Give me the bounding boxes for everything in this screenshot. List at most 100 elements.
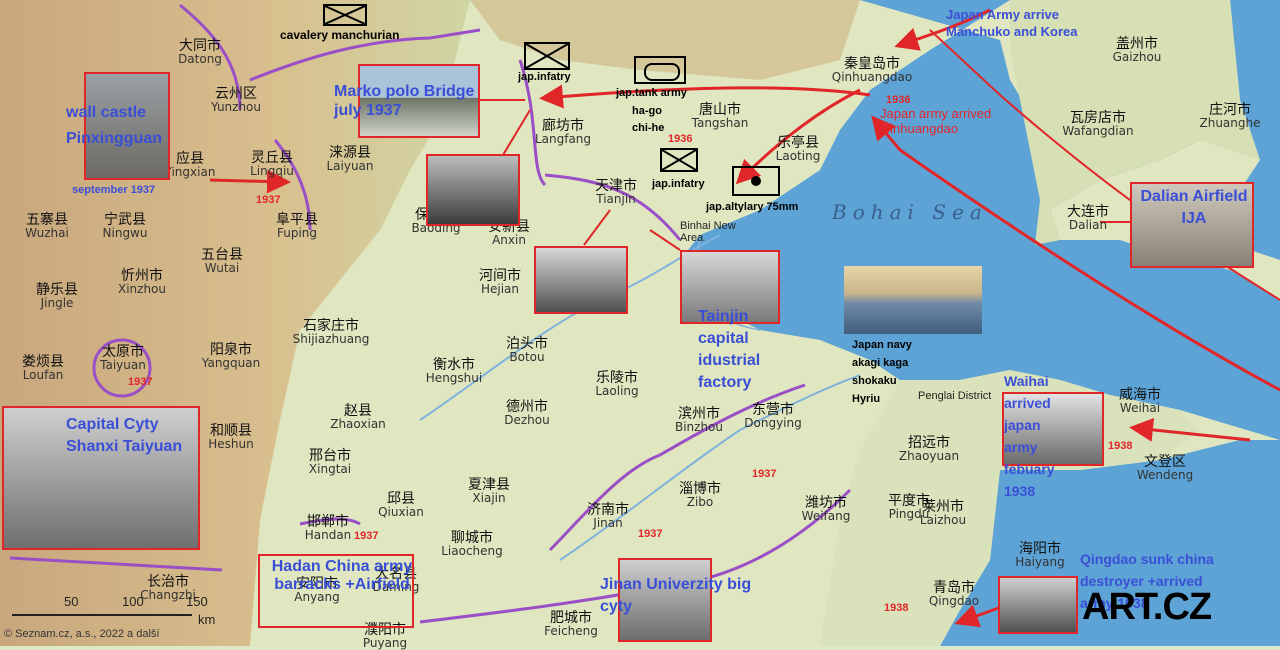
city-hejian: 河间市 Hejian (479, 269, 521, 296)
artillery-symbol (732, 166, 780, 196)
city-botou: 泊头市 Botou (506, 337, 548, 364)
city-dongying: 东营市 Dongying (744, 403, 802, 430)
city-weifang: 潍坊市 Weifang (801, 496, 851, 523)
city-taiyuan: 太原市 Taiyuan (100, 345, 146, 372)
city-name-en: Yingxian (164, 165, 216, 179)
city-name-en: Handan (304, 528, 352, 542)
dalian-airfield-note: Dalian Airfield IJA (1140, 188, 1248, 227)
tianjin-note: Tainjin capital idustrial factory (698, 308, 761, 391)
city-name-en: Fuping (276, 226, 318, 240)
city-laiyuan: 涞源县 Laiyuan (326, 146, 374, 173)
city-yingxian: 应县 Yingxian (164, 152, 216, 179)
city-shijiazhuang: 石家庄市 Shijiazhuang (292, 319, 370, 346)
city-qingdao: 青岛市 Qingdao (929, 581, 979, 608)
year-label: 1937 (638, 528, 663, 540)
city-name-en: Binzhou (674, 420, 724, 434)
city-laoting: 乐亭县 Laoting (775, 136, 821, 163)
city-name-en: Qinhuangdao (831, 70, 913, 84)
city-name-en: Wendeng (1136, 468, 1194, 482)
city-datong: 大同市 Datong (178, 39, 222, 66)
city-tangshan: 唐山市 Tangshan (691, 103, 749, 130)
city-qiuxian: 邱县 Qiuxian (378, 492, 424, 519)
year-label: 1937 (752, 468, 777, 480)
city-laoling: 乐陵市 Laoling (595, 371, 639, 398)
photo-beijing-gate (426, 154, 520, 226)
city-name-en: Xinzhou (117, 282, 167, 296)
city-name-en: Gaizhou (1112, 50, 1162, 64)
city-name-en: Weifang (801, 509, 851, 523)
scale-line (12, 614, 192, 616)
city-name-en: Yunzhou (210, 100, 262, 114)
sea-label: Bohai Sea (832, 200, 988, 224)
city-name-en: Wafangdian (1062, 124, 1134, 138)
city-lingqiu: 灵丘县 Lingqiu (250, 151, 294, 178)
photo-qingdao-destroyer (998, 576, 1078, 634)
city-name-en: Shijiazhuang (292, 332, 370, 346)
qinhuangdao-arrival-note: Japan army arrived Qinhuangdao (880, 106, 992, 136)
city-dezhou: 德州市 Dezhou (504, 400, 550, 427)
city-name-en: Hejian (480, 282, 520, 296)
city-name-en: Laoting (775, 149, 821, 163)
japan-army-korea-note: Japan Army arrive Manchuko and Korea (946, 7, 1078, 39)
city-name-en: Wutai (204, 261, 240, 275)
city-name-en: Weihai (1119, 401, 1161, 415)
marco-polo-note: Marko polo Bridge july 1937 (334, 83, 475, 119)
city-name-en: Dezhou (504, 413, 550, 427)
city-binzhou: 滨州市 Binzhou (674, 407, 724, 434)
city-qinhuangdao: 秦皇岛市 Qinhuangdao (831, 57, 913, 84)
city-zhuanghe: 庄河市 Zhuanghe (1199, 103, 1261, 130)
city-name-en: Laiyuan (326, 159, 374, 173)
city-name-en: Taiyuan (100, 358, 146, 372)
city-name-en: Heshun (208, 437, 254, 451)
city-name-en: Dalian (1068, 218, 1108, 232)
city-name-en: Hengshui (425, 371, 483, 385)
photo-tianjin-street (534, 246, 628, 314)
september-1937-note: september 1937 (72, 184, 156, 196)
city-name-en: Zhaoxian (330, 417, 386, 431)
city-name-en: Langfang (534, 132, 592, 146)
city-name-en: Botou (509, 350, 545, 364)
city-name-en: Yangquan (201, 356, 261, 370)
copyright[interactable]: © Seznam.cz, a.s., 2022 a další (4, 628, 159, 640)
city-zibo: 淄博市 Zibo (679, 482, 721, 509)
city-name-en: Lingqiu (250, 164, 294, 178)
city-name-en: Tangshan (691, 116, 749, 130)
tank-label: jap.tank army (616, 87, 687, 99)
year-label: 1937 (256, 194, 281, 206)
photo-japan-navy (844, 266, 982, 334)
cavalry-symbol (323, 4, 367, 26)
city-name-en: Jingle (40, 296, 74, 310)
city-name-en: Qiuxian (378, 505, 424, 519)
binhai-label: Binhai New Area (680, 220, 736, 244)
city-langfang: 廊坊市 Langfang (534, 119, 592, 146)
infantry-label-2: jap.infatry (652, 178, 705, 190)
city-xiajin: 夏津县 Xiajin (468, 478, 510, 505)
city-dalian: 大连市 Dalian (1067, 205, 1109, 232)
year-label: 1936 (886, 94, 911, 106)
city-feicheng: 肥城市 Feicheng (544, 611, 598, 638)
year-label: 1936 (668, 133, 693, 145)
city-gaizhou: 盖州市 Gaizhou (1112, 37, 1162, 64)
year-label: 1937 (128, 376, 153, 388)
city-ningwu: 宁武县 Ningwu (103, 213, 148, 240)
scale-label: 50 (64, 594, 79, 609)
city-jinan: 济南市 Jinan (587, 503, 629, 530)
city-yangquan: 阳泉市 Yangquan (201, 343, 261, 370)
infantry-symbol-1 (524, 42, 570, 70)
city-jingle: 静乐县 Jingle (36, 283, 78, 310)
city-name-en: Feicheng (544, 624, 598, 638)
city-name-en: Zhaoyuan (898, 449, 960, 463)
city-hengshui: 衡水市 Hengshui (425, 358, 483, 385)
city-name-en: Laoling (595, 384, 639, 398)
city-yunzhou: 云州区 Yunzhou (210, 87, 262, 114)
penglai-label: Penglai District (918, 390, 992, 402)
scale-label: 150 (186, 594, 208, 609)
year-label: 1938 (884, 602, 909, 614)
city-loufan: 娄烦县 Loufan (22, 355, 64, 382)
city-wafangdian: 瓦房店市 Wafangdian (1062, 111, 1134, 138)
city-wutai: 五台县 Wutai (201, 248, 243, 275)
city-zhaoxian: 赵县 Zhaoxian (330, 404, 386, 431)
city-name-en: Zhuanghe (1199, 116, 1261, 130)
city-name-en: Dongying (744, 416, 802, 430)
logo: ART.CZ (1082, 586, 1212, 628)
